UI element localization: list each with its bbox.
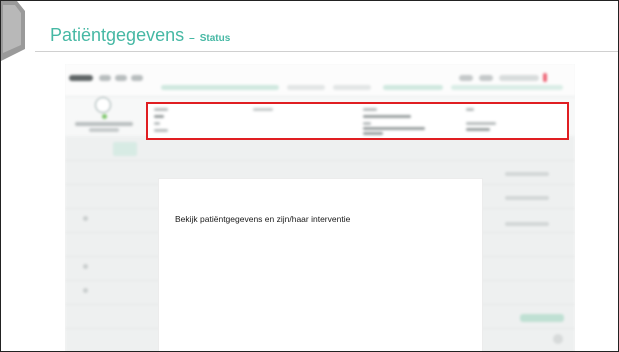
callout-box: Bekijk patiëntgegevens en zijn/haar inte… (158, 178, 483, 351)
status-dot-icon (102, 114, 107, 119)
patient-data-highlight (146, 102, 569, 140)
callout-text: Bekijk patiëntgegevens en zijn/haar inte… (175, 214, 351, 224)
slide-subtitle: Status (199, 33, 231, 44)
slide: Patiëntgegevens – Status Bekijk patiëntg… (0, 0, 619, 352)
app-header (65, 64, 575, 97)
slide-title: Patiëntgegevens – Status (50, 25, 230, 46)
app-logo (69, 75, 93, 81)
title-divider (35, 51, 618, 52)
avatar-icon (95, 97, 111, 113)
slide-title-main: Patiëntgegevens (50, 25, 185, 45)
folder-tab-icon (1, 1, 25, 61)
slide-title-separator: – (189, 33, 195, 44)
